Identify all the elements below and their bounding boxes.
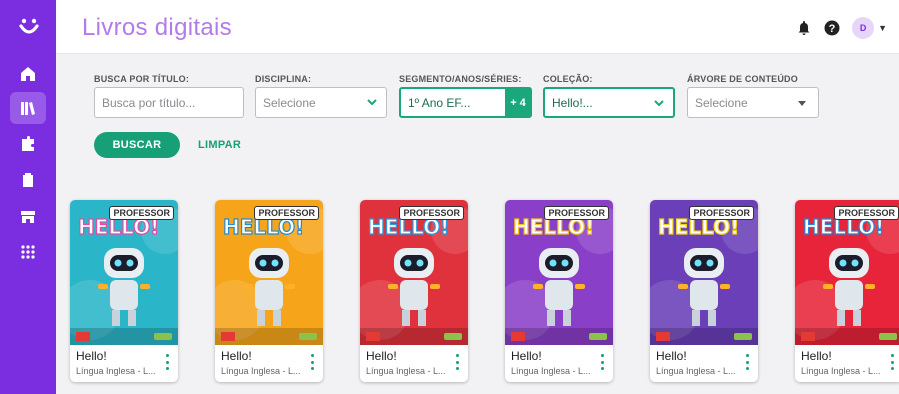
book-cover[interactable]: HELLO! PROFESSOR [360,200,468,345]
book-title: Hello! [366,349,397,363]
discipline-value: Selecione [263,95,316,110]
sidebar-item-home[interactable] [10,58,46,90]
apps-grid-icon [21,245,35,259]
caret-down-icon [798,101,806,106]
segment-more-badge: + 4 [505,88,531,117]
more-options-icon[interactable] [162,354,172,370]
collection-value: Hello!... [552,95,593,110]
top-actions: ? D ▼ [796,17,887,39]
book-subtitle: Língua Inglesa - L... [801,366,881,376]
book-card[interactable]: HELLO! PROFESSOR Hello! Língua Inglesa -… [360,200,468,382]
discipline-label: DISCIPLINA: [255,74,312,84]
book-cover[interactable]: HELLO! PROFESSOR [795,200,899,345]
book-subtitle: Língua Inglesa - L... [221,366,301,376]
title-search-label: BUSCA POR TÍTULO: [94,74,190,84]
segment-value: 1º Ano EF... [408,95,471,110]
clipboard-icon [23,173,33,187]
sidebar-item-assessments[interactable] [10,164,46,196]
segment-label: SEGMENTO/ANOS/SÉRIES: [399,74,522,84]
sidebar-item-apps[interactable] [10,236,46,268]
book-subtitle: Língua Inglesa - L... [76,366,156,376]
avatar[interactable]: D [852,17,875,39]
books-grid: HELLO! PROFESSOR Hello! Língua Inglesa -… [56,172,899,394]
search-button[interactable]: BUSCAR [94,132,180,158]
role-badge: PROFESSOR [109,206,174,220]
book-title: Hello! [76,349,107,363]
filters-panel: BUSCA POR TÍTULO: DISCIPLINA: Selecione … [56,54,899,172]
sidebar-item-store[interactable] [10,200,46,232]
chevron-down-icon [654,100,664,107]
book-card[interactable]: HELLO! PROFESSOR Hello! Língua Inglesa -… [215,200,323,382]
book-card[interactable]: HELLO! PROFESSOR Hello! Língua Inglesa -… [795,200,899,382]
book-card[interactable]: HELLO! PROFESSOR Hello! Língua Inglesa -… [70,200,178,382]
content-tree-label: ÁRVORE DE CONTEÚDO [687,74,798,84]
top-bar: Livros digitais ? D ▼ [56,0,899,54]
book-card[interactable]: HELLO! PROFESSOR Hello! Língua Inglesa -… [505,200,613,382]
sidebar [0,0,56,394]
page-title: Livros digitais [82,14,232,41]
logo-icon[interactable] [18,16,40,38]
title-search-input[interactable] [102,95,243,110]
chevron-down-icon [367,99,377,106]
role-badge: PROFESSOR [834,206,899,220]
role-badge: PROFESSOR [254,206,319,220]
book-card[interactable]: HELLO! PROFESSOR Hello! Língua Inglesa -… [650,200,758,382]
book-cover[interactable]: HELLO! PROFESSOR [215,200,323,345]
home-icon [21,67,35,81]
sidebar-item-library[interactable] [10,92,46,124]
sidebar-item-activities[interactable] [10,128,46,160]
book-title: Hello! [801,349,832,363]
book-subtitle: Língua Inglesa - L... [656,366,736,376]
more-options-icon[interactable] [452,354,462,370]
title-search-field[interactable] [94,87,244,118]
book-subtitle: Língua Inglesa - L... [366,366,446,376]
bell-icon[interactable] [796,20,812,36]
content-tree-select[interactable]: Selecione [687,87,819,118]
puzzle-icon [22,136,34,151]
clear-button[interactable]: LIMPAR [198,132,241,158]
store-icon [21,211,35,223]
more-options-icon[interactable] [307,354,317,370]
book-cover[interactable]: HELLO! PROFESSOR [650,200,758,345]
book-subtitle: Língua Inglesa - L... [511,366,591,376]
discipline-select[interactable]: Selecione [255,87,387,118]
book-title: Hello! [656,349,687,363]
book-cover[interactable]: HELLO! PROFESSOR [505,200,613,345]
chevron-down-icon[interactable]: ▼ [878,23,887,33]
role-badge: PROFESSOR [689,206,754,220]
book-title: Hello! [511,349,542,363]
more-options-icon[interactable] [742,354,752,370]
library-icon [21,102,35,115]
help-icon[interactable]: ? [824,20,840,36]
segment-select[interactable]: 1º Ano EF... + 4 [399,87,532,118]
more-options-icon[interactable] [887,354,897,370]
collection-label: COLEÇÃO: [543,74,593,84]
book-title: Hello! [221,349,252,363]
collection-select[interactable]: Hello!... [543,87,675,118]
more-options-icon[interactable] [597,354,607,370]
book-cover[interactable]: HELLO! PROFESSOR [70,200,178,345]
role-badge: PROFESSOR [544,206,609,220]
role-badge: PROFESSOR [399,206,464,220]
content-tree-value: Selecione [695,95,748,110]
svg-text:?: ? [829,23,836,35]
